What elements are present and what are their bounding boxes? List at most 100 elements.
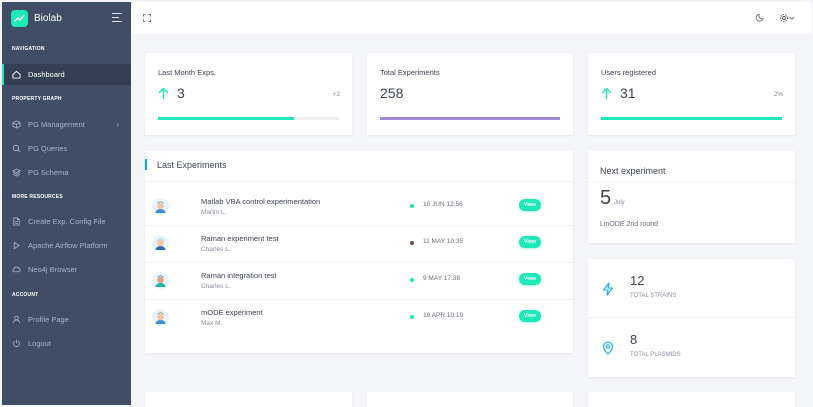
sidebar-item-logout[interactable]: Logout <box>2 333 131 354</box>
experiment-name: Raman integration test <box>201 271 277 280</box>
experiment-user: Charles L. <box>201 246 231 253</box>
status-dot <box>410 204 414 208</box>
total-label: TOTAL STRAINS <box>630 293 677 299</box>
sidebar-item-label: PG Queries <box>28 144 68 153</box>
chevron-down-icon[interactable] <box>789 15 795 21</box>
progress-bar <box>380 117 560 120</box>
sidebar-item-pg-management[interactable]: PG Management › <box>2 114 131 135</box>
fullscreen-icon[interactable] <box>143 14 151 22</box>
user-icon <box>12 315 21 324</box>
next-experiment-month: July <box>614 200 625 206</box>
search-icon <box>12 144 21 153</box>
experiment-date: 10 JUN 12:56 <box>423 201 463 208</box>
experiment-date: 9 MAY 17:38 <box>423 275 460 282</box>
arrow-up-icon <box>601 87 612 99</box>
sidebar-item-pg-schema[interactable]: PG Schema <box>2 162 131 183</box>
nav-caption-navigation: NAVIGATION <box>12 46 45 52</box>
total-strains: 12 TOTAL STRAINS <box>588 259 795 318</box>
experiment-name: Raman experiment test <box>201 234 279 243</box>
progress-fill <box>601 117 782 120</box>
stat-value-wrap: 3 <box>158 85 185 101</box>
layers-icon <box>12 168 21 177</box>
divider <box>588 182 795 183</box>
stat-extra: +2 <box>332 91 340 98</box>
experiment-user: Martin L. <box>201 209 227 216</box>
sidebar-item-airflow[interactable]: Apache Airflow Platform <box>2 235 131 256</box>
stat-value: 3 <box>177 85 185 101</box>
chevron-right-icon: › <box>116 120 119 129</box>
stat-value: 258 <box>380 85 404 101</box>
map-pin-icon <box>602 341 614 355</box>
sidebar-item-label: Profile Page <box>28 315 69 324</box>
gear-icon[interactable] <box>779 13 789 23</box>
sidebar-item-create-config[interactable]: Create Exp. Config File <box>2 211 131 232</box>
next-experiment-day: 5 <box>600 187 612 209</box>
status-dot <box>410 241 414 245</box>
card-partial <box>588 392 795 407</box>
avatar <box>152 198 169 215</box>
sidebar-item-label: Dashboard <box>28 70 65 79</box>
sidebar-item-label: Neo4j Browser <box>28 265 78 274</box>
stat-value-wrap: 31 <box>601 85 636 101</box>
play-icon <box>12 241 21 250</box>
menu-toggle-icon[interactable] <box>112 13 122 22</box>
total-plasmids: 8 TOTAL PLASMIDS <box>588 318 795 377</box>
card-title: Last Experiments <box>157 160 227 170</box>
view-button[interactable]: View <box>519 310 541 322</box>
sidebar-item-neo4j[interactable]: Neo4j Browser <box>2 259 131 280</box>
trend-logo-icon <box>11 9 28 27</box>
sidebar-item-label: Apache Airflow Platform <box>28 241 108 250</box>
next-experiment-card: Next experiment 5 July LinODE 2nd round <box>588 151 795 243</box>
section-accent <box>145 159 147 170</box>
last-experiments-card: Last Experiments Matlab VBA control expe… <box>145 151 573 353</box>
table-row: Raman experiment test Charles L. 11 MAY … <box>145 226 573 263</box>
table-row: Matlab VBA control experimentation Marti… <box>145 189 573 226</box>
nav-caption-account: ACCOUNT <box>12 292 39 298</box>
stat-value: 31 <box>620 85 636 101</box>
nav-caption-property-graph: PROPERTY GRAPH <box>12 96 62 102</box>
experiment-name: Matlab VBA control experimentation <box>201 197 321 206</box>
progress-fill <box>380 117 560 120</box>
card-title: Next experiment <box>600 166 666 176</box>
topbar <box>131 2 811 34</box>
brand: Biolab <box>2 2 131 34</box>
sidebar-item-profile[interactable]: Profile Page <box>2 309 131 330</box>
view-button[interactable]: View <box>519 273 541 285</box>
box-icon <box>12 120 21 129</box>
sidebar-item-label: Logout <box>28 339 51 348</box>
home-icon <box>12 70 21 79</box>
stat-card-total-experiments: Total Experiments 258 <box>367 53 573 135</box>
total-label: TOTAL PLASMIDS <box>630 352 681 358</box>
divider <box>145 181 573 182</box>
sidebar-item-label: PG Schema <box>28 168 69 177</box>
status-dot <box>410 278 414 282</box>
stat-value-wrap: 258 <box>380 85 403 101</box>
view-button[interactable]: View <box>519 199 541 211</box>
cloud-icon <box>12 265 21 274</box>
experiment-user: Max M. <box>201 320 223 327</box>
stat-title: Total Experiments <box>380 68 440 77</box>
table-row: Raman integration test Charles L. 9 MAY … <box>145 263 573 300</box>
avatar <box>152 272 169 289</box>
moon-icon[interactable] <box>756 13 765 22</box>
file-icon <box>12 217 21 226</box>
power-icon <box>12 339 21 348</box>
progress-bar <box>601 117 782 120</box>
experiment-date: 11 MAY 10:35 <box>423 238 464 245</box>
stat-card-last-month: Last Month Exps. 3 +2 <box>145 53 352 135</box>
view-button[interactable]: View <box>519 236 541 248</box>
stat-extra: 2% <box>773 91 783 98</box>
sidebar-item-label: Create Exp. Config File <box>28 217 106 226</box>
experiment-name: mODE experiment <box>201 308 263 317</box>
sidebar-item-dashboard[interactable]: Dashboard <box>2 64 131 85</box>
sidebar-item-pg-queries[interactable]: PG Queries <box>2 138 131 159</box>
total-value: 8 <box>630 332 638 347</box>
status-dot <box>410 315 414 319</box>
totals-card: 12 TOTAL STRAINS 8 TOTAL PLASMIDS <box>588 259 795 377</box>
arrow-up-icon <box>158 87 169 99</box>
table-row: mODE experiment Max M. 19 APR 10:19 View <box>145 300 573 337</box>
card-partial <box>367 392 573 407</box>
next-experiment-description: LinODE 2nd round <box>600 221 658 228</box>
card-partial <box>145 392 352 407</box>
avatar <box>152 235 169 252</box>
